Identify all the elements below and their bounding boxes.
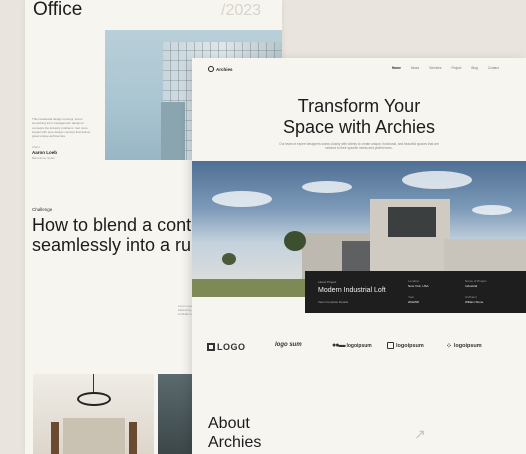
cloud [212,191,272,207]
nav-about[interactable]: About [411,66,419,70]
brand-name: Archies [216,66,233,72]
tree [222,253,236,265]
partner-logo-text: LOGO [217,342,246,352]
partner-logo-text: logoipsum [453,343,482,349]
nav-blog[interactable]: Blog [471,66,477,70]
tower-base [161,102,185,160]
house-window [388,207,436,237]
partner-logo-text: logoipsum [346,342,372,349]
project-card[interactable]: Latest Project Modern Industrial Loft Vi… [305,271,526,313]
client-label: Client [32,145,40,149]
stat-year: Year 2022/08 [408,295,419,304]
partner-logo: logoipsum [387,342,424,349]
brand-logo[interactable]: Archies [208,66,233,72]
square-logo-icon [207,343,215,351]
partner-logo: ⁘ logoipsum [446,342,482,350]
lamp-cord [93,374,94,392]
client-name: Aaron Loeb [32,150,58,155]
cloud [472,205,512,215]
curtain-left [51,422,59,454]
stat-key: Name of Project [465,279,487,283]
project-name: Modern Industrial Loft [318,287,386,294]
challenge-label: Challenge [32,207,53,212]
nav-project[interactable]: Project [451,66,461,70]
cloud [302,181,352,193]
dots-logo-icon: ●●▬ [332,342,346,349]
about-line2: Archies [208,434,262,451]
cloud [402,171,472,189]
about-line1: About [208,415,250,432]
about-heading: About Archies [208,414,261,452]
stat-value: 2022/08 [408,300,419,304]
landing-page: Archies Home About Services Project Blog… [192,58,526,454]
hero-subtitle: Our team of expert designers works close… [279,142,439,151]
arrow-up-right-icon[interactable]: ↗ [414,426,426,443]
stat-project: Name of Project Industrial [465,279,487,288]
partner-logo: LOGO [207,342,246,352]
hero-title-line2: Space with Archies [282,117,436,137]
interior-image [33,374,154,454]
partner-logo-text: logo sum [275,342,302,348]
tree [284,231,306,251]
office-interior-image [158,374,192,454]
curtain-right [129,422,137,454]
partner-logo: ●●▬ logoipsum [332,342,372,349]
stat-value: Industrial [465,284,478,288]
project-description: This residential design concept, lorem s… [32,117,91,139]
nav-services[interactable]: Services [429,66,441,70]
client-location: Barcelona, Spain [32,156,55,160]
nav-links: Home About Services Project Blog Contact [392,66,499,70]
top-nav: Archies Home About Services Project Blog… [192,58,526,80]
hero-title-line1: Transform Your [297,96,421,116]
partner-logo-text: logoipsum [396,342,424,349]
project-label: Latest Project [318,280,337,284]
stat-value: William Stone [465,300,484,304]
project-link[interactable]: View Complete Details [318,300,348,304]
hero-title: Transform Your Space with Archies [192,96,526,138]
stat-location: Location New York, USA [408,279,429,288]
partner-logo: logo sum [275,342,302,348]
stat-key: Year [408,295,415,299]
nav-contact[interactable]: Contact [488,66,499,70]
partner-logos: LOGO logo sum ●●▬ logoipsum logoipsum ⁘ … [207,342,517,362]
window [63,418,125,454]
hex-logo-icon [387,342,394,349]
chandelier [77,392,111,406]
stat-key: Architect [465,295,477,299]
page-title: Office [33,0,83,20]
nav-home[interactable]: Home [392,66,401,70]
stat-architect: Architect William Stone [465,295,483,304]
stat-key: Location [408,279,420,283]
grid-logo-icon: ⁘ [446,343,452,350]
stat-value: New York, USA [408,284,429,288]
year-label: /2023 [221,2,262,19]
logo-icon [208,66,214,72]
